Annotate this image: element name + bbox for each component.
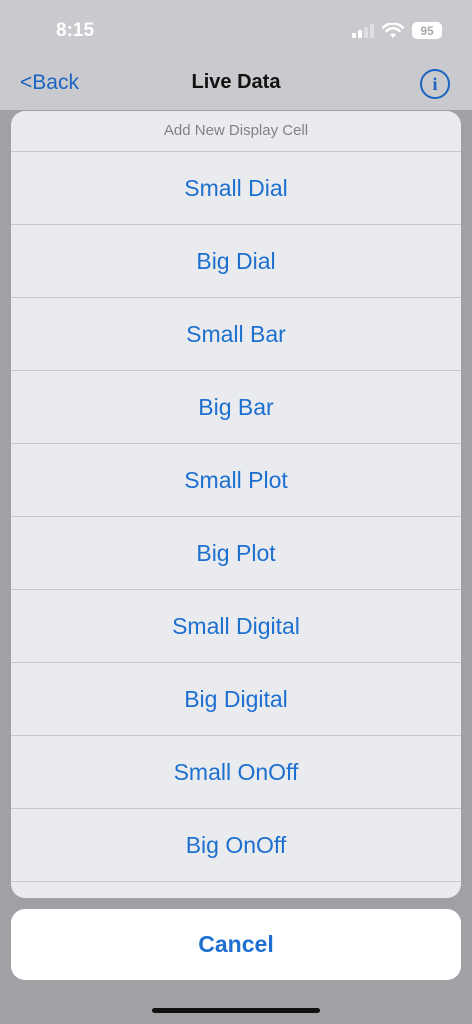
cancel-button[interactable]: Cancel <box>11 909 461 980</box>
cellular-signal-icon <box>352 23 374 38</box>
option-big-plot[interactable]: Big Plot <box>11 517 461 590</box>
option-small-dial[interactable]: Small Dial <box>11 152 461 225</box>
action-sheet: Add New Display Cell Small Dial Big Dial… <box>11 111 461 898</box>
option-big-onoff[interactable]: Big OnOff <box>11 809 461 882</box>
status-bar: 8:15 95 <box>0 0 472 60</box>
status-icons: 95 <box>352 22 442 39</box>
status-time: 8:15 <box>56 20 95 41</box>
option-big-digital[interactable]: Big Digital <box>11 663 461 736</box>
home-indicator[interactable] <box>152 1008 320 1013</box>
option-big-bar[interactable]: Big Bar <box>11 371 461 444</box>
option-small-onoff[interactable]: Small OnOff <box>11 736 461 809</box>
option-big-dial[interactable]: Big Dial <box>11 225 461 298</box>
navigation-bar: <Back Live Data i <box>0 60 472 110</box>
wifi-icon <box>382 22 404 38</box>
page-title: Live Data <box>191 71 281 93</box>
action-sheet-title: Add New Display Cell <box>11 111 461 152</box>
option-small-digital[interactable]: Small Digital <box>11 590 461 663</box>
info-icon[interactable]: i <box>420 69 450 99</box>
option-small-bar[interactable]: Small Bar <box>11 298 461 371</box>
option-small-plot[interactable]: Small Plot <box>11 444 461 517</box>
battery-icon: 95 <box>412 22 442 39</box>
